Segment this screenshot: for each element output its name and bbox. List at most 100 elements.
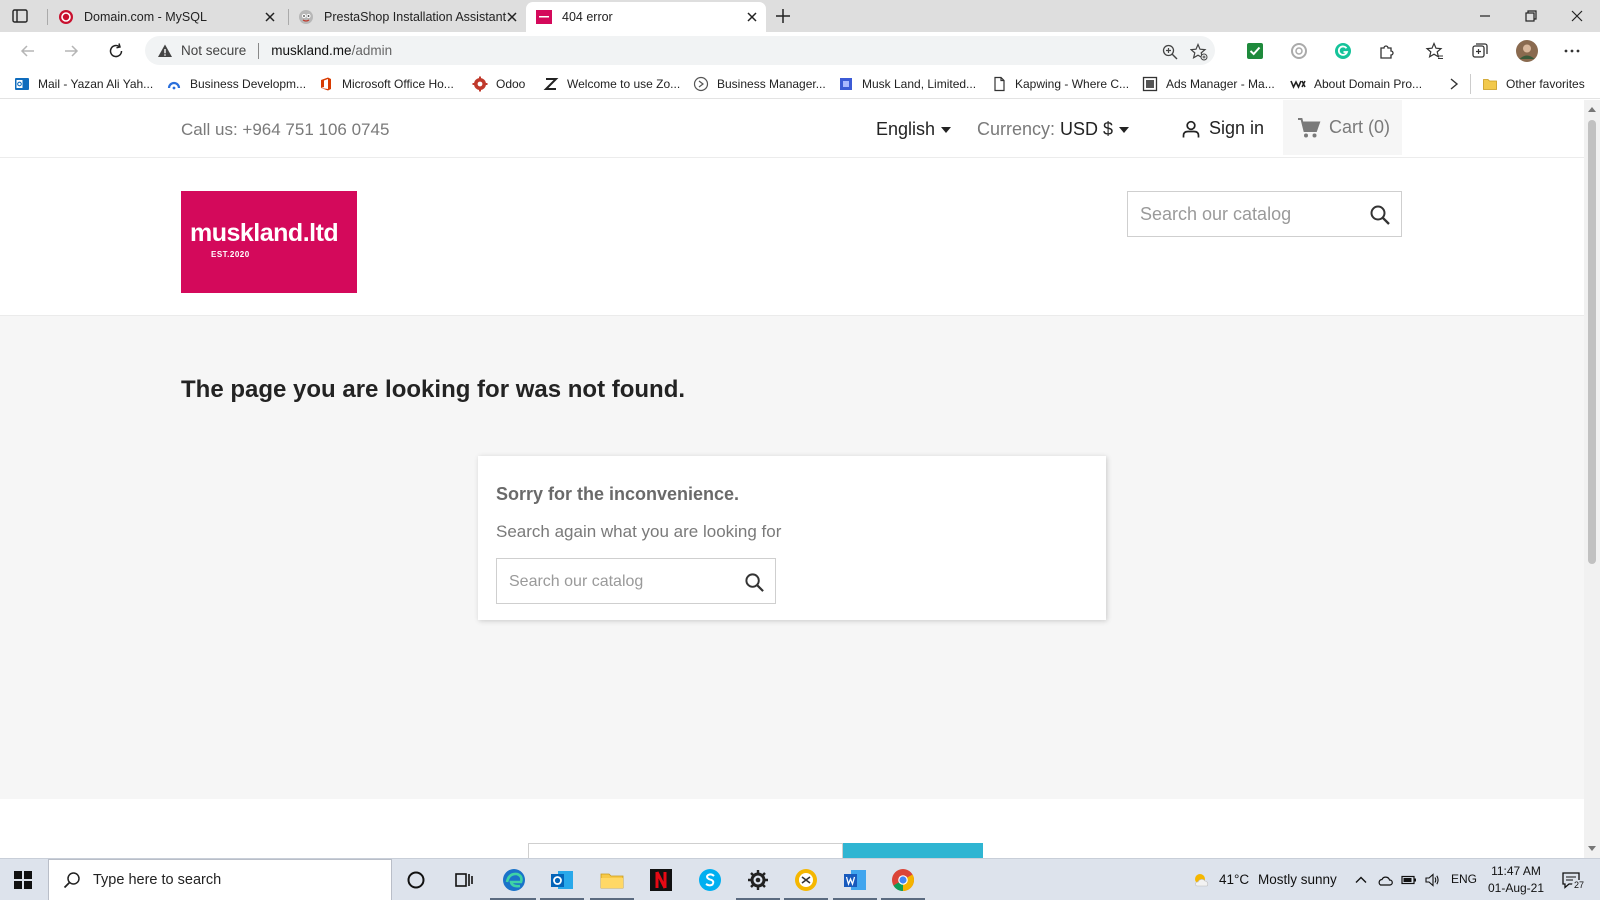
checkmark-extension-icon[interactable] <box>1245 41 1265 61</box>
windows-start-icon[interactable] <box>14 871 32 889</box>
weather-sun-cloud-icon[interactable] <box>1191 870 1211 890</box>
grammarly-icon[interactable] <box>1333 41 1353 61</box>
currency-label: Currency: <box>977 119 1056 139</box>
search-icon[interactable] <box>1369 204 1391 226</box>
zoom-icon[interactable] <box>1161 43 1179 61</box>
onedrive-cloud-icon[interactable] <box>1377 872 1393 888</box>
web-page: Call us: +964 751 106 0745 English Curre… <box>0 100 1584 858</box>
other-favorites-label: Other favorites <box>1506 77 1585 91</box>
snipping-tool-icon[interactable] <box>793 867 819 893</box>
warning-triangle-icon[interactable] <box>157 43 173 59</box>
header-search-input[interactable] <box>1140 202 1360 226</box>
language-selector[interactable]: English <box>876 119 952 140</box>
tab-prestashop-installation[interactable]: PrestaShop Installation Assistant <box>288 2 526 32</box>
close-tab-icon[interactable] <box>506 11 518 23</box>
search-again-text: Search again what you are looking for <box>496 522 782 541</box>
page-title: The page you are looking for was not fou… <box>181 376 686 403</box>
favorite-ads-manager[interactable]: Ads Manager - Ma... <box>1142 75 1275 93</box>
sign-in-label: Sign in <box>1209 118 1265 138</box>
scrollbar-thumb[interactable] <box>1588 120 1596 564</box>
back-arrow-icon[interactable] <box>18 41 38 61</box>
chevron-up-icon[interactable] <box>1353 872 1369 888</box>
settings-gear-icon[interactable] <box>745 867 771 893</box>
odoo-gear-icon <box>472 76 488 92</box>
profile-avatar-icon[interactable] <box>1515 39 1539 63</box>
address-divider <box>258 42 260 59</box>
extension-ring-icon[interactable] <box>1289 41 1309 61</box>
refresh-icon[interactable] <box>106 41 126 61</box>
outlook-icon[interactable] <box>549 867 575 893</box>
page-scrollbar[interactable] <box>1584 100 1600 858</box>
cart-label: Cart (0) <box>1329 117 1391 137</box>
search-icon[interactable] <box>744 572 765 593</box>
chrome-icon[interactable] <box>890 867 916 893</box>
favorite-business-manager[interactable]: Business Manager... <box>693 75 826 93</box>
newsletter-subscribe-button[interactable] <box>843 843 983 858</box>
tab-404-error[interactable]: 404 error <box>526 2 766 32</box>
battery-icon[interactable] <box>1401 872 1417 888</box>
close-window-icon[interactable] <box>1567 6 1587 26</box>
more-options-icon[interactable] <box>1562 41 1582 61</box>
favorite-zoho[interactable]: Welcome to use Zo... <box>543 75 680 93</box>
input-language[interactable]: ENG <box>1451 872 1477 886</box>
favorites-icon[interactable] <box>1425 41 1445 61</box>
edge-browser-icon[interactable] <box>501 867 527 893</box>
tab-actions-icon[interactable] <box>11 7 29 25</box>
task-view-icon[interactable] <box>451 867 477 893</box>
musk-land-icon <box>840 78 852 90</box>
add-favorite-star-icon[interactable] <box>1190 43 1208 61</box>
favorite-label: Business Developm... <box>190 77 307 91</box>
cortana-circle-icon[interactable] <box>403 867 429 893</box>
close-tab-icon[interactable] <box>264 11 276 23</box>
volume-speaker-icon[interactable] <box>1424 872 1440 888</box>
system-clock[interactable]: 11:47 AM 01-Aug-21 <box>1480 863 1552 897</box>
shop-logo[interactable]: muskland.ltd EST.2020 <box>181 191 357 293</box>
favorite-business-development[interactable]: Business Developm... <box>166 75 306 93</box>
not-found-card: Sorry for the inconvenience. Search agai… <box>478 456 1106 620</box>
favorite-microsoft-office[interactable]: Microsoft Office Ho... <box>318 75 454 93</box>
favorite-odoo[interactable]: Odoo <box>472 75 525 93</box>
tab-title: Domain.com - MySQL <box>84 10 207 24</box>
not-secure-label[interactable]: Not secure <box>181 43 246 58</box>
forward-arrow-icon[interactable] <box>61 41 81 61</box>
minimize-icon[interactable] <box>1475 6 1495 26</box>
word-icon[interactable] <box>842 867 868 893</box>
caret-down-icon <box>941 126 952 133</box>
skype-icon[interactable] <box>697 867 723 893</box>
ads-manager-icon <box>1142 76 1158 92</box>
caret-down-icon <box>1119 126 1130 133</box>
close-tab-icon[interactable] <box>746 11 758 23</box>
restore-icon[interactable] <box>1521 6 1541 26</box>
logo-subtext: EST.2020 <box>211 250 250 259</box>
tab-domain-mysql[interactable]: Domain.com - MySQL <box>48 2 284 32</box>
taskbar-search-box[interactable]: Type here to search <box>48 859 392 900</box>
collections-icon[interactable] <box>1470 41 1490 61</box>
outlook-mail-icon <box>15 78 29 90</box>
prestashop-favicon-icon <box>299 10 313 24</box>
card-search-input[interactable] <box>509 571 729 593</box>
scroll-down-arrow-icon[interactable] <box>1588 844 1596 852</box>
favorite-kapwing[interactable]: Kapwing - Where C... <box>991 75 1129 93</box>
file-explorer-folder-icon[interactable] <box>599 867 625 893</box>
office-icon <box>321 77 331 91</box>
address-bar[interactable]: Not secure muskland.me/admin <box>145 36 1215 65</box>
chevron-right-icon[interactable] <box>1447 77 1461 91</box>
cart-button[interactable]: Cart (0) <box>1283 100 1402 155</box>
new-tab-plus-icon[interactable] <box>774 7 792 25</box>
browser-tab-bar: Domain.com - MySQL PrestaShop Installati… <box>0 0 1600 32</box>
tab-title: PrestaShop Installation Assistant <box>324 10 507 24</box>
favorites-divider <box>1470 74 1471 94</box>
extensions-puzzle-icon[interactable] <box>1377 41 1397 61</box>
favorite-musk-land[interactable]: Musk Land, Limited... <box>838 75 976 93</box>
sign-in-link[interactable]: Sign in <box>1181 118 1264 139</box>
favorite-mail[interactable]: Mail - Yazan Ali Yah... <box>14 75 153 93</box>
business-manager-icon <box>693 76 709 92</box>
sorry-heading: Sorry for the inconvenience. <box>496 484 740 504</box>
other-favorites[interactable]: Other favorites <box>1482 75 1585 93</box>
newsletter-email-input[interactable] <box>528 843 843 858</box>
scroll-up-arrow-icon[interactable] <box>1588 106 1596 114</box>
netflix-icon[interactable] <box>648 867 674 893</box>
favorite-about-domain[interactable]: About Domain Pro... <box>1290 75 1422 93</box>
contact-phone: Call us: +964 751 106 0745 <box>181 120 390 139</box>
currency-selector[interactable]: Currency: USD $ <box>977 119 1130 140</box>
